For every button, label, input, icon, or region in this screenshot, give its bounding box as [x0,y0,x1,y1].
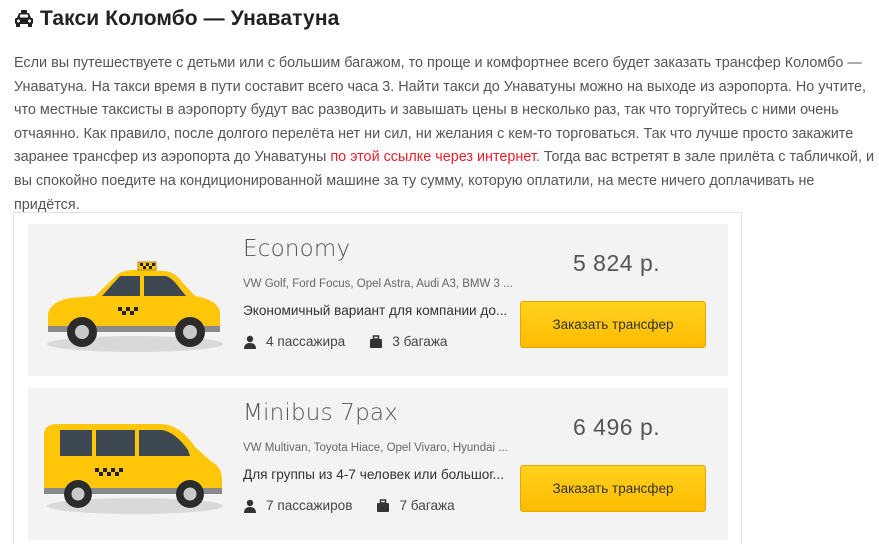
capacity-info: 7 пассажиров 7 багажа [243,498,479,513]
order-transfer-button[interactable]: Заказать трансфер [520,465,706,512]
luggage-count: 3 багажа [392,334,448,349]
transfer-card: Economy VW Golf, Ford Focus, Opel Astra,… [28,224,728,376]
transfer-card: Minibus 7pax VW Multivan, Toyota Hiace, … [28,388,728,540]
car-class-name: Minibus 7pax [243,400,399,426]
car-description: Для группы из 4-7 человек или большог... [243,467,504,482]
luggage-icon [370,334,383,348]
car-models: VW Multivan, Toyota Hiace, Opel Vivaro, … [243,442,508,454]
passenger-icon [244,335,256,349]
page-header: Такси Коломбо — Унаватуна [14,6,339,32]
minibus-taxi-image [44,424,223,514]
capacity-info: 4 пассажира 3 багажа [243,334,471,349]
sedan-taxi-image [47,261,223,352]
luggage-count: 7 багажа [399,498,455,513]
transfer-widget: Economy VW Golf, Ford Focus, Opel Astra,… [13,212,742,544]
order-transfer-button[interactable]: Заказать трансфер [520,301,706,348]
taxi-icon [15,10,33,27]
intro-paragraph: Если вы путешествуете с детьми или с бол… [14,52,874,217]
passengers-count: 4 пассажира [266,334,346,349]
luggage-icon [377,498,390,512]
car-models: VW Golf, Ford Focus, Opel Astra, Audi A3… [243,278,513,290]
price: 6 496 р. [573,414,661,440]
car-description: Экономичный вариант для компании до... [243,303,508,318]
transfer-link[interactable]: по этой ссылке через интернет [330,149,536,165]
page-title: Такси Коломбо — Унаватуна [40,7,340,30]
passengers-count: 7 пассажиров [266,498,353,513]
price: 5 824 р. [573,250,661,276]
car-class-name: Economy [243,236,351,262]
passenger-icon [244,499,256,513]
